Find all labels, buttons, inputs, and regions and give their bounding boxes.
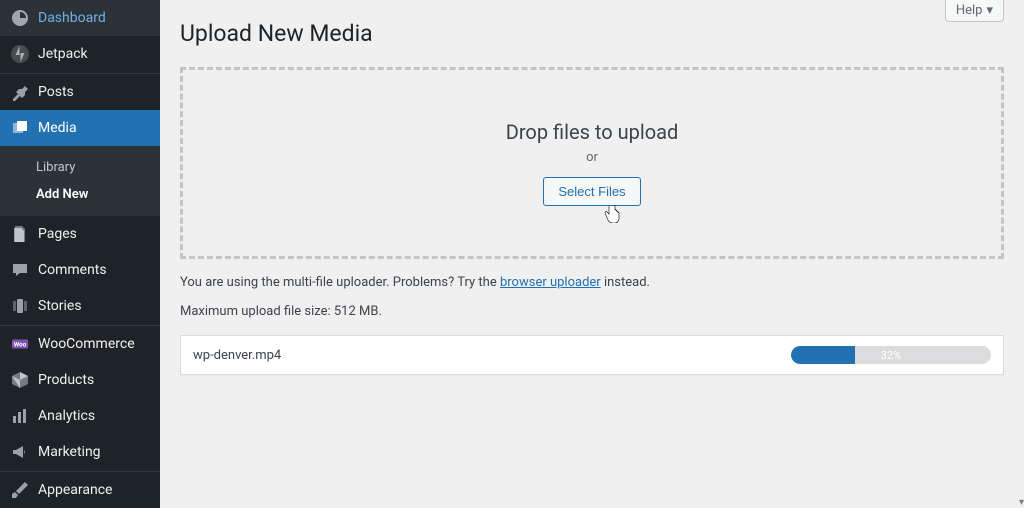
- upload-progress-bar: 32%: [791, 346, 991, 364]
- sidebar-item-label: Comments: [38, 262, 107, 278]
- scrollbar-down-icon[interactable]: ▾: [1019, 497, 1024, 508]
- sidebar-item-label: Media: [38, 120, 77, 136]
- page-title: Upload New Media: [180, 0, 1004, 57]
- sidebar-item-dashboard[interactable]: Dashboard: [0, 0, 160, 36]
- sidebar-item-posts[interactable]: Posts: [0, 74, 160, 110]
- megaphone-icon: [10, 442, 30, 462]
- media-icon: [10, 118, 30, 138]
- drop-or-text: or: [203, 150, 981, 165]
- upload-progress-percent: 32%: [791, 346, 991, 364]
- upload-progress-row: wp-denver.mp4 32%: [180, 335, 1004, 375]
- sidebar-item-stories[interactable]: Stories: [0, 288, 160, 324]
- sidebar-item-label: Jetpack: [38, 46, 88, 62]
- sidebar-item-label: Appearance: [38, 482, 112, 498]
- chevron-down-icon: ▾: [986, 3, 993, 18]
- comments-icon: [10, 260, 30, 280]
- sidebar-item-woocommerce[interactable]: Woo WooCommerce: [0, 326, 160, 362]
- sidebar-item-comments[interactable]: Comments: [0, 252, 160, 288]
- sidebar-item-media[interactable]: Media: [0, 110, 160, 146]
- uploader-note: You are using the multi-file uploader. P…: [180, 275, 1004, 290]
- browser-uploader-link[interactable]: browser uploader: [500, 275, 601, 290]
- sidebar-item-label: Pages: [38, 226, 77, 242]
- upload-dropzone[interactable]: Drop files to upload or Select Files: [180, 67, 1004, 259]
- upload-filename: wp-denver.mp4: [193, 348, 779, 363]
- analytics-icon: [10, 406, 30, 426]
- help-label: Help: [956, 3, 983, 18]
- dashboard-icon: [10, 8, 30, 28]
- sidebar-item-label: Products: [38, 372, 94, 388]
- cursor-icon: [604, 205, 620, 226]
- pages-icon: [10, 224, 30, 244]
- submenu-add-new[interactable]: Add New: [0, 181, 160, 208]
- jetpack-icon: [10, 44, 30, 64]
- sidebar-item-label: Stories: [38, 298, 82, 314]
- sidebar-item-analytics[interactable]: Analytics: [0, 398, 160, 434]
- media-submenu: Library Add New: [0, 146, 160, 216]
- vertical-scrollbar[interactable]: ▾: [1010, 0, 1024, 508]
- sidebar-item-label: WooCommerce: [38, 336, 135, 352]
- pin-icon: [10, 82, 30, 102]
- sidebar-item-label: Analytics: [38, 408, 95, 424]
- sidebar-item-pages[interactable]: Pages: [0, 216, 160, 252]
- help-tab[interactable]: Help ▾: [945, 0, 1004, 22]
- sidebar-item-appearance[interactable]: Appearance: [0, 472, 160, 508]
- sidebar-item-products[interactable]: Products: [0, 362, 160, 398]
- products-icon: [10, 370, 30, 390]
- sidebar-item-jetpack[interactable]: Jetpack: [0, 36, 160, 72]
- svg-text:Woo: Woo: [14, 341, 27, 349]
- sidebar-item-label: Marketing: [38, 444, 101, 460]
- select-files-button[interactable]: Select Files: [543, 177, 640, 206]
- woocommerce-icon: Woo: [10, 334, 30, 354]
- sidebar-item-label: Dashboard: [38, 10, 106, 26]
- sidebar-item-label: Posts: [38, 84, 74, 100]
- stories-icon: [10, 296, 30, 316]
- sidebar-item-marketing[interactable]: Marketing: [0, 434, 160, 470]
- admin-sidebar: Dashboard Jetpack Posts Media Library Ad…: [0, 0, 160, 508]
- drop-instructions: Drop files to upload: [203, 120, 981, 144]
- submenu-library[interactable]: Library: [0, 154, 160, 181]
- main-content: Help ▾ Upload New Media Drop files to up…: [160, 0, 1024, 508]
- brush-icon: [10, 480, 30, 500]
- max-upload-size: Maximum upload file size: 512 MB.: [180, 304, 1004, 319]
